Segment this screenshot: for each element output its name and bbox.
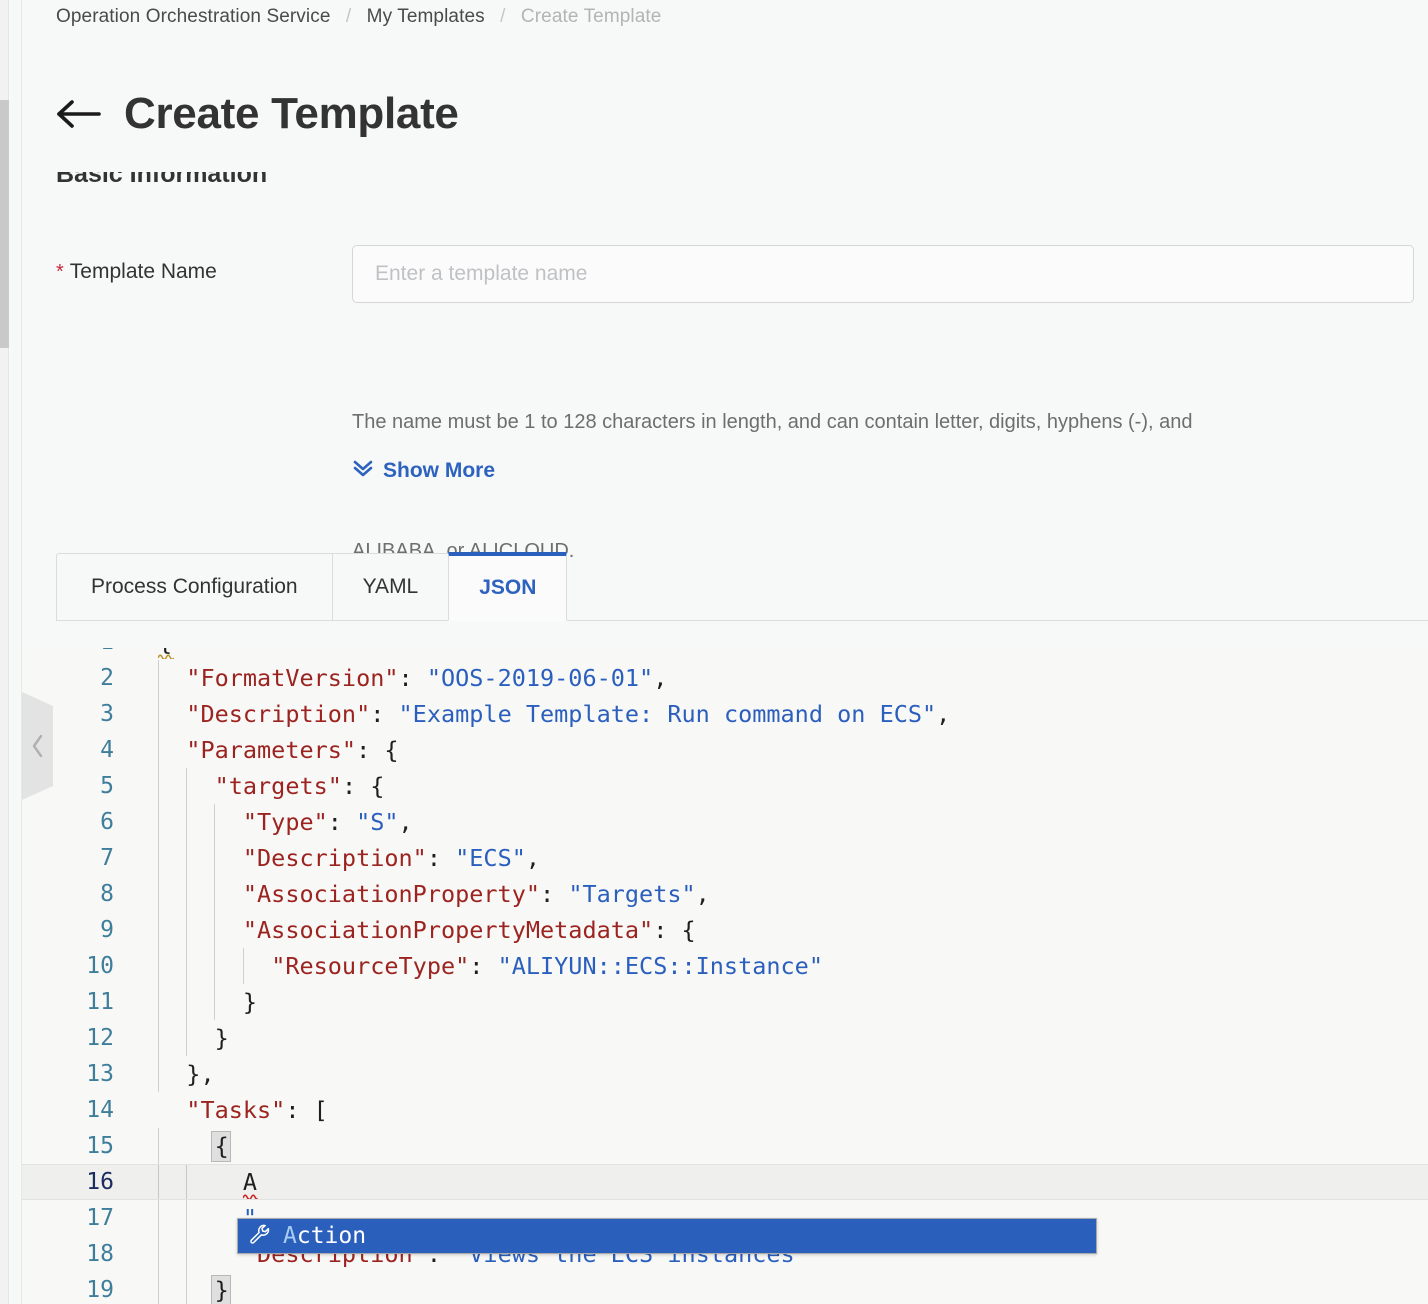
editor-code-line[interactable]: "Type": "S", xyxy=(158,804,413,840)
breadcrumb: Operation Orchestration Service / My Tem… xyxy=(56,6,661,28)
helper-line-1: The name must be 1 to 128 characters in … xyxy=(352,411,1193,433)
editor-code-line[interactable]: "Description": "ECS", xyxy=(158,840,540,876)
sidebar-collapse-handle[interactable] xyxy=(22,692,56,800)
show-more-label: Show More xyxy=(383,459,496,482)
editor-line-number: 7 xyxy=(100,845,114,871)
section-title-text: Basic Information xyxy=(56,172,268,188)
tab-yaml[interactable]: YAML xyxy=(331,553,449,621)
editor-line-number: 1 xyxy=(100,648,114,660)
editor-tabs: Process Configuration YAML JSON xyxy=(56,552,1428,621)
breadcrumb-separator: / xyxy=(345,6,352,27)
page-title: Create Template xyxy=(124,89,459,138)
editor-code-line[interactable]: "AssociationProperty": "Targets", xyxy=(158,876,710,912)
tab-process-configuration[interactable]: Process Configuration xyxy=(56,553,332,621)
editor-line-number: 11 xyxy=(86,989,114,1015)
error-squiggle xyxy=(242,1193,259,1199)
editor-code-line[interactable]: "Description": "Example Template: Run co… xyxy=(158,696,950,732)
json-code-editor[interactable]: 12345678910111213141516171819 { "FormatV… xyxy=(22,648,1428,1304)
tab-label: Process Configuration xyxy=(91,575,298,598)
autocomplete-popup[interactable]: Action xyxy=(237,1218,1097,1254)
page-header: Create Template xyxy=(56,92,459,136)
editor-code-line[interactable]: "AssociationPropertyMetadata": { xyxy=(158,912,696,948)
editor-line-number: 15 xyxy=(86,1133,114,1159)
create-template-page: Operation Orchestration Service / My Tem… xyxy=(0,0,1428,1304)
editor-code-line[interactable]: "Tasks": [ xyxy=(158,1092,328,1128)
editor-line-number: 6 xyxy=(100,809,114,835)
editor-code-line[interactable]: }, xyxy=(158,1056,214,1092)
editor-line-number: 2 xyxy=(100,665,114,691)
breadcrumb-item-create-template: Create Template xyxy=(520,6,662,27)
breadcrumb-item-service[interactable]: Operation Orchestration Service xyxy=(56,6,331,27)
error-squiggle xyxy=(158,653,174,659)
breadcrumb-item-my-templates[interactable]: My Templates xyxy=(367,6,485,27)
tab-label: JSON xyxy=(479,576,537,599)
editor-code-line[interactable]: } xyxy=(158,984,257,1020)
autocomplete-item-label: Action xyxy=(283,1222,367,1249)
tab-json[interactable]: JSON xyxy=(448,552,568,621)
editor-code-line[interactable]: "Parameters": { xyxy=(158,732,398,768)
editor-line-number: 3 xyxy=(100,701,114,727)
autocomplete-matched-prefix: A xyxy=(283,1222,297,1249)
double-chevron-down-icon xyxy=(352,458,374,484)
editor-code-line[interactable]: "FormatVersion": "OOS-2019-06-01", xyxy=(158,660,667,696)
editor-line-number: 17 xyxy=(86,1205,114,1231)
breadcrumb-separator: / xyxy=(500,6,506,27)
tab-label: YAML xyxy=(362,575,419,598)
template-name-input[interactable] xyxy=(352,245,1414,303)
editor-code-line[interactable]: "targets": { xyxy=(158,768,385,804)
template-name-label-text: Template Name xyxy=(69,260,217,283)
page-scrollbar-thumb[interactable] xyxy=(0,100,9,348)
editor-line-number: 4 xyxy=(100,737,114,763)
editor-line-number: 13 xyxy=(86,1061,114,1087)
editor-line-number: 19 xyxy=(86,1277,114,1303)
editor-code-line[interactable]: } xyxy=(158,1272,229,1304)
editor-line-number: 8 xyxy=(100,881,114,907)
editor-code-line[interactable]: "ResourceType": "ALIYUN::ECS::Instance" xyxy=(158,948,823,984)
editor-code-area[interactable]: { "FormatVersion": "OOS-2019-06-01", "De… xyxy=(22,648,1428,1304)
show-more-button[interactable]: Show More xyxy=(352,458,495,484)
required-marker: * xyxy=(56,261,64,283)
editor-line-number: 12 xyxy=(86,1025,114,1051)
section-title-basic-information: Basic Information xyxy=(56,172,476,194)
editor-line-number: 9 xyxy=(100,917,114,943)
editor-line-number: 18 xyxy=(86,1241,114,1267)
editor-code-line[interactable]: { xyxy=(158,1128,229,1164)
editor-line-number: 5 xyxy=(100,773,114,799)
editor-line-number: 14 xyxy=(86,1097,114,1123)
editor-line-number: 10 xyxy=(86,953,114,979)
template-name-label: * Template Name xyxy=(56,260,217,284)
editor-code-line[interactable]: } xyxy=(158,1020,229,1056)
wrench-icon xyxy=(248,1222,272,1251)
page-scrollbar-track[interactable] xyxy=(0,0,9,1304)
autocomplete-suggestion-rest: ction xyxy=(296,1222,367,1249)
back-arrow-icon[interactable] xyxy=(56,94,102,134)
